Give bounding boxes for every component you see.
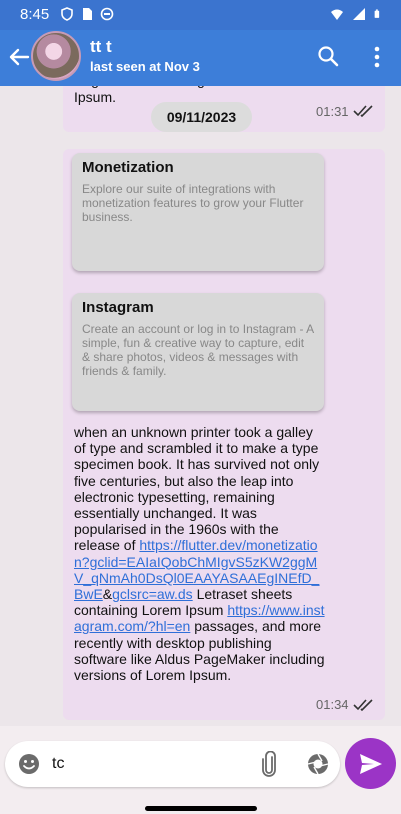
battery-icon (374, 9, 380, 18)
message-input-container[interactable]: tc (5, 741, 340, 787)
link-preview-description: Create an account or log in to Instagram… (82, 322, 314, 378)
sync-icon (100, 7, 114, 21)
search-icon[interactable] (317, 45, 339, 67)
message-time: 01:34 (316, 697, 349, 712)
chat-header: tt t last seen at Nov 3 (0, 30, 401, 86)
message-text-part: when an unknown printer took a galley of… (74, 424, 320, 554)
message-link-flutter-gclsrc[interactable]: gclsrc=aw.ds (112, 586, 193, 602)
last-seen-status: last seen at Nov 3 (90, 59, 200, 74)
home-indicator[interactable] (145, 806, 257, 811)
link-preview-card-monetization[interactable]: Monetization Explore our suite of integr… (72, 153, 324, 271)
status-time: 8:45 (20, 6, 50, 23)
link-preview-title: Instagram (82, 299, 154, 316)
shield-icon (61, 7, 73, 21)
send-icon (360, 754, 382, 774)
message-time: 01:31 (316, 104, 349, 119)
double-check-icon (353, 105, 373, 118)
camera-icon[interactable] (307, 753, 329, 775)
message-bubble[interactable]: Monetization Explore our suite of integr… (63, 149, 385, 720)
emoji-icon[interactable] (18, 753, 40, 775)
double-check-icon (353, 699, 373, 712)
date-divider: 09/11/2023 (151, 102, 252, 132)
message-input[interactable]: tc (52, 755, 64, 773)
status-bar: 8:45 (0, 0, 401, 30)
send-button[interactable] (345, 738, 396, 789)
attach-icon[interactable] (261, 751, 277, 777)
contact-avatar[interactable] (31, 31, 81, 81)
composer-bar: tc (0, 726, 401, 814)
sim-card-icon (83, 8, 92, 20)
message-list[interactable]: PageMaker including versions of Lorem Ip… (0, 86, 401, 726)
back-arrow-icon[interactable] (6, 44, 32, 70)
status-icons-right (330, 7, 383, 21)
link-preview-description: Explore our suite of integrations with m… (82, 182, 304, 224)
signal-icon (353, 8, 365, 20)
status-icons-left (60, 7, 114, 21)
message-text-part: & (102, 586, 113, 603)
wifi-icon (331, 9, 343, 20)
message-text: when an unknown printer took a galley of… (74, 424, 326, 683)
link-preview-card-instagram[interactable]: Instagram Create an account or log in to… (72, 293, 324, 411)
link-preview-title: Monetization (82, 159, 174, 176)
more-vert-icon[interactable] (367, 43, 387, 71)
contact-name[interactable]: tt t (90, 37, 112, 57)
